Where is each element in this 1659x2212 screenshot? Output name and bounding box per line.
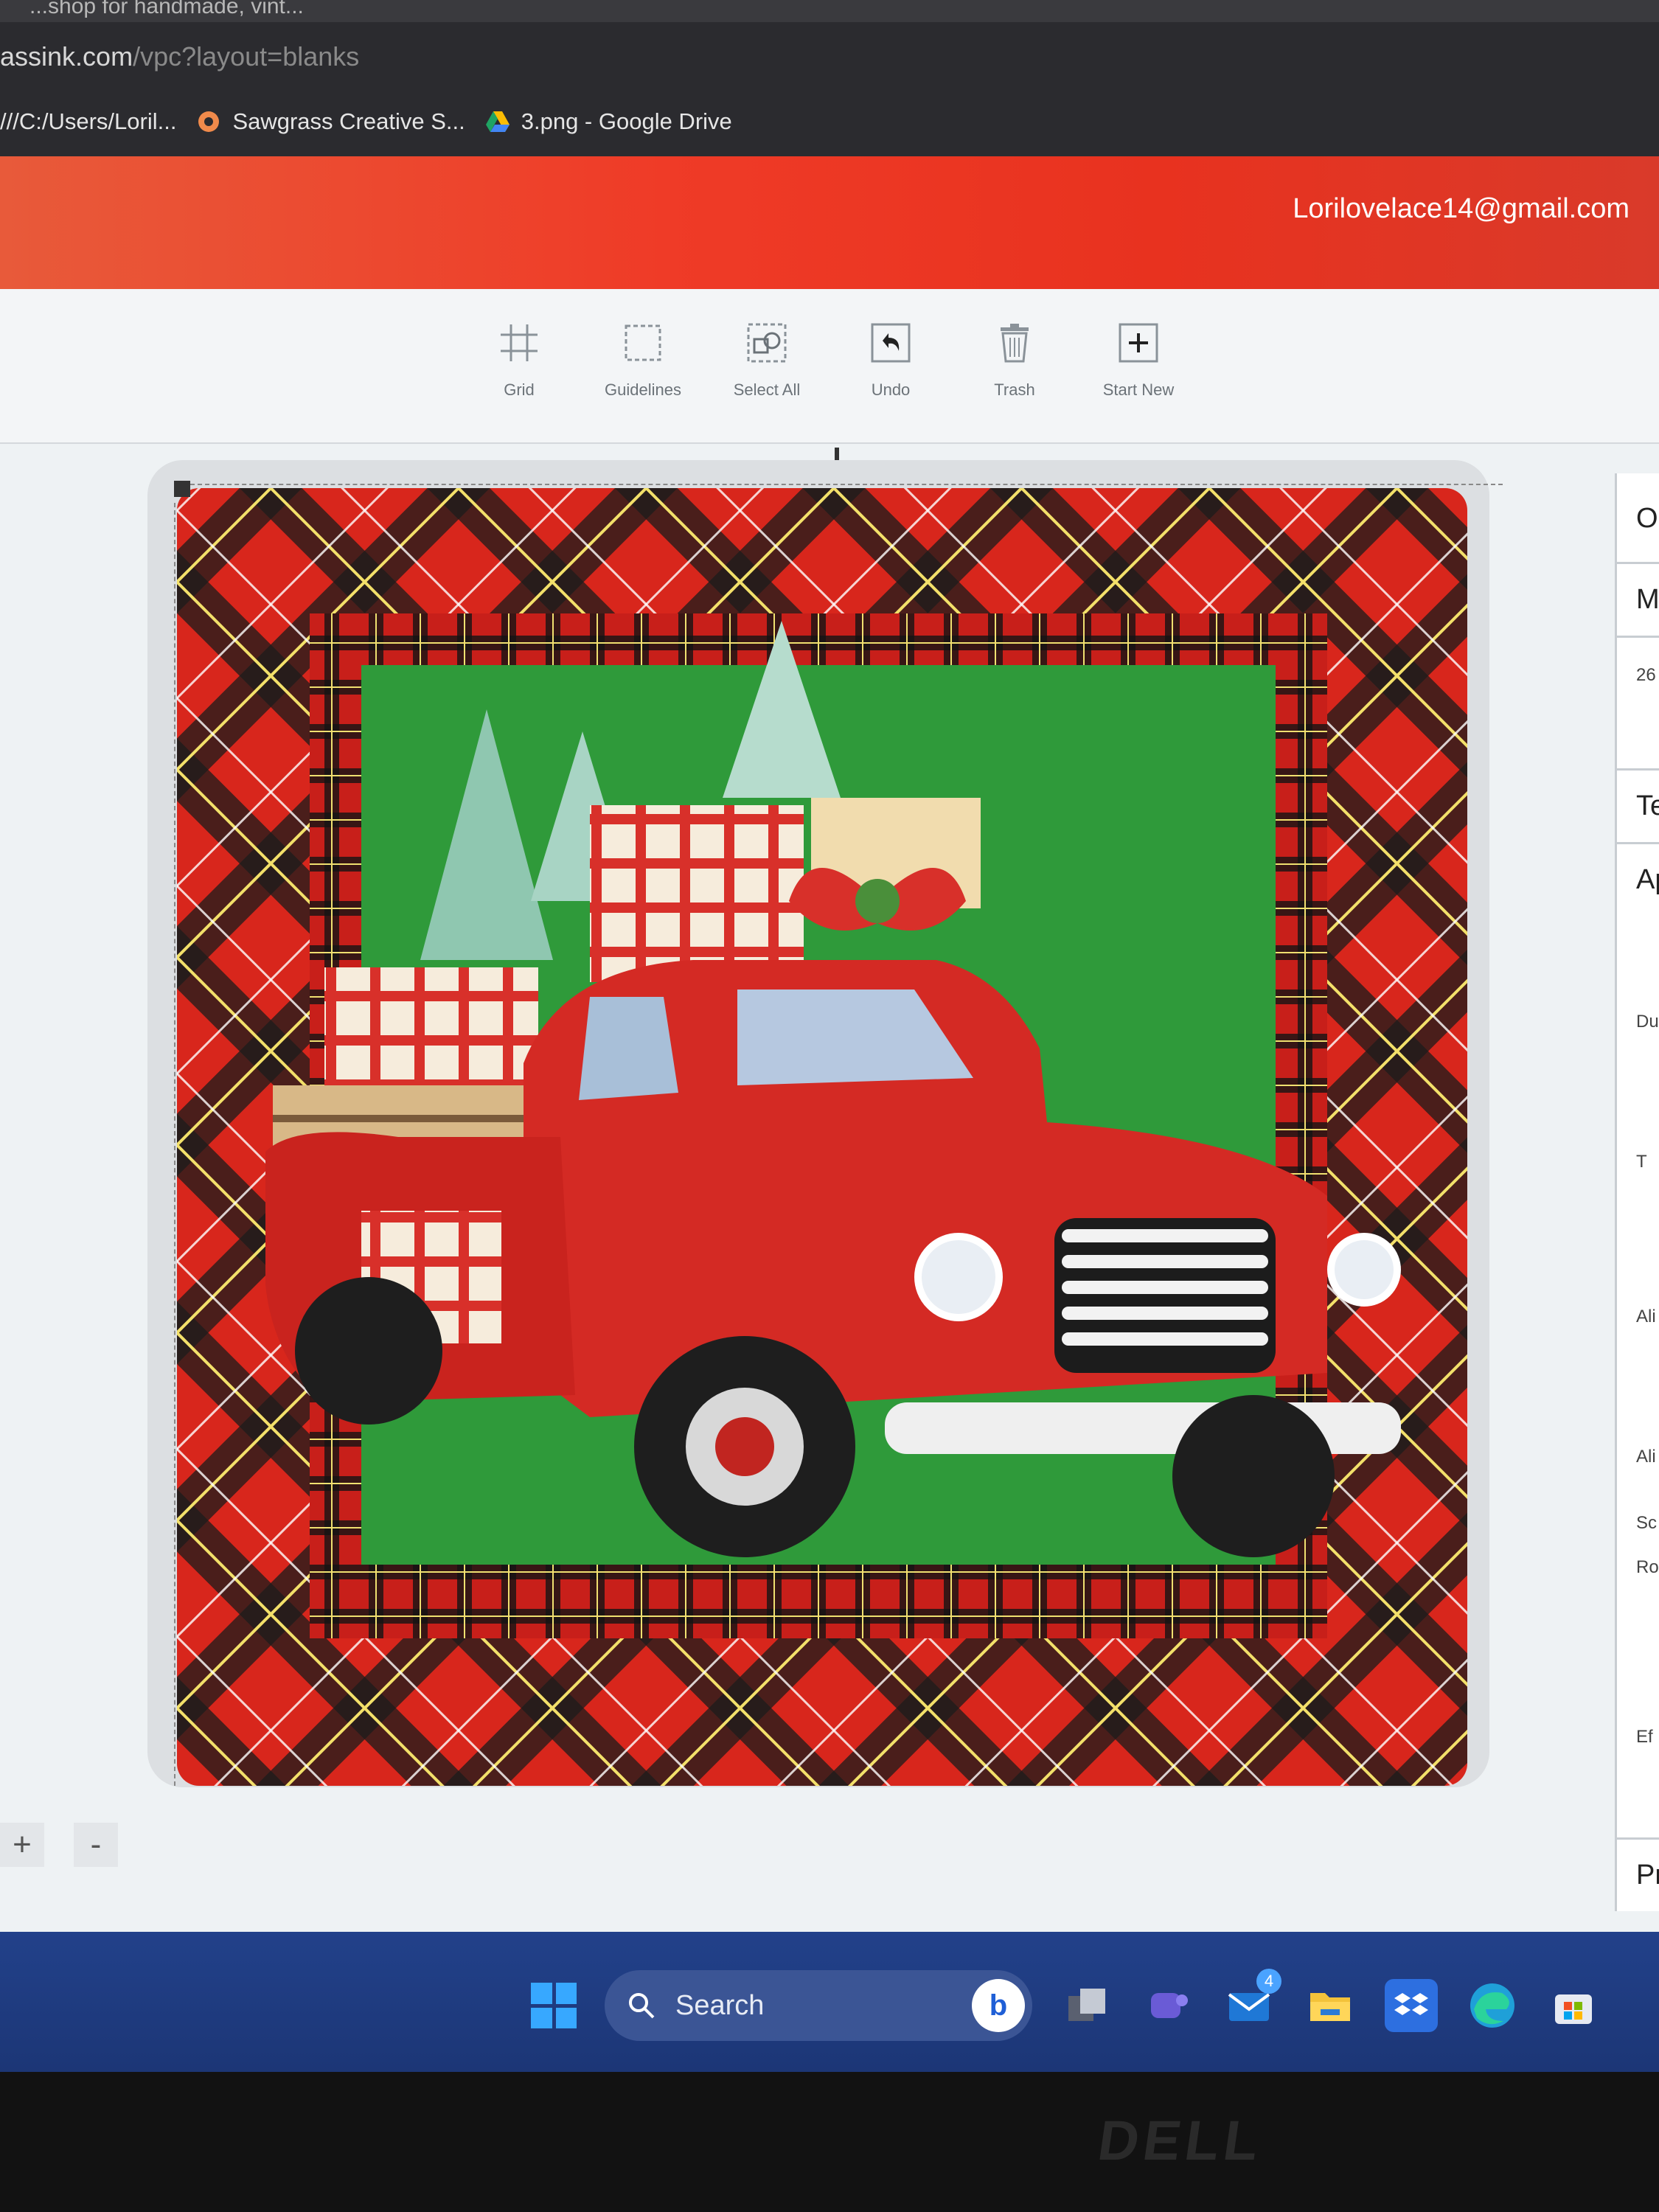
zoom-in-button[interactable]: + bbox=[0, 1823, 44, 1867]
bookmark-local-file[interactable]: ///C:/Users/Loril... bbox=[0, 108, 176, 135]
taskbar-search[interactable]: Search b bbox=[605, 1970, 1032, 2041]
plus-square-icon bbox=[1119, 323, 1158, 363]
properties-panel: O M 26 Te Ap Du T Ali Ali Sc Ro Ef Pr bbox=[1615, 473, 1659, 1911]
search-label: Search bbox=[675, 1989, 765, 2021]
panel-item[interactable]: Te bbox=[1636, 790, 1659, 822]
bookmark-label: 3.png - Google Drive bbox=[521, 108, 732, 134]
panel-item[interactable]: Pr bbox=[1636, 1860, 1659, 1891]
trash-button[interactable]: Trash bbox=[967, 319, 1062, 400]
browser-tab[interactable]: ...shop for handmade, vint... bbox=[29, 0, 304, 19]
monitor-brand-logo: DELL bbox=[1094, 2110, 1267, 2172]
toolbar-band: Grid Guidelines Select All Undo Trash St… bbox=[0, 289, 1659, 444]
panel-item[interactable]: Ap bbox=[1636, 864, 1659, 896]
trash-label: Trash bbox=[994, 380, 1035, 399]
panel-item: Ef bbox=[1636, 1727, 1653, 1747]
guidelines-icon bbox=[625, 324, 661, 361]
panel-item[interactable]: M bbox=[1636, 584, 1659, 616]
grid-icon bbox=[501, 324, 538, 361]
app-header: Lorilovelace14@gmail.com bbox=[0, 156, 1659, 289]
bookmark-label: ///C:/Users/Loril... bbox=[0, 108, 177, 134]
panel-item[interactable]: O bbox=[1636, 503, 1658, 535]
search-icon bbox=[629, 1993, 655, 2019]
address-bar[interactable]: assink.com/vpc?layout=blanks bbox=[0, 41, 359, 72]
mail-icon[interactable]: 4 bbox=[1222, 1969, 1281, 2032]
selection-border-top bbox=[190, 484, 1503, 485]
browser-chrome: ...shop for handmade, vint... assink.com… bbox=[0, 0, 1659, 156]
bookmarks-bar: ///C:/Users/Loril... Sawgrass Creative S… bbox=[0, 103, 732, 140]
panel-item[interactable]: Du bbox=[1636, 1012, 1659, 1032]
address-path: /vpc?layout=blanks bbox=[133, 41, 360, 72]
panel-item: Sc bbox=[1636, 1513, 1658, 1533]
user-email[interactable]: Lorilovelace14@gmail.com bbox=[1293, 193, 1630, 225]
zoom-out-button[interactable]: - bbox=[74, 1823, 118, 1867]
panel-item[interactable]: T bbox=[1636, 1152, 1647, 1172]
edge-icon[interactable] bbox=[1466, 1979, 1519, 2032]
select-all-button[interactable]: Select All bbox=[720, 319, 814, 400]
start-new-label: Start New bbox=[1102, 380, 1175, 399]
panel-item: Ro bbox=[1636, 1557, 1659, 1577]
zoom-controls: + - bbox=[0, 1823, 118, 1867]
selection-border-left bbox=[174, 503, 175, 1786]
panel-item[interactable]: Ali bbox=[1636, 1307, 1656, 1327]
select-all-icon bbox=[747, 323, 787, 363]
trash-icon bbox=[1001, 324, 1029, 363]
selection-handle[interactable] bbox=[174, 481, 190, 497]
undo-label: Undo bbox=[871, 380, 911, 399]
panel-item: 26 bbox=[1636, 665, 1656, 685]
design-image[interactable] bbox=[177, 488, 1467, 1786]
taskbar: Search b 4 bbox=[0, 1932, 1659, 2072]
guidelines-label: Guidelines bbox=[605, 380, 681, 399]
bing-icon[interactable]: b bbox=[972, 1979, 1025, 2032]
toolbar: Grid Guidelines Select All Undo Trash St… bbox=[472, 319, 1186, 400]
select-all-label: Select All bbox=[733, 380, 801, 399]
start-new-button[interactable]: Start New bbox=[1091, 319, 1186, 400]
taskbar-items: Search b 4 bbox=[531, 1969, 1600, 2041]
undo-button[interactable]: Undo bbox=[844, 319, 938, 400]
mail-count-badge: 4 bbox=[1256, 1969, 1281, 1994]
bookmark-label: Sawgrass Creative S... bbox=[232, 108, 465, 134]
tab-strip: ...shop for handmade, vint... bbox=[0, 0, 1659, 22]
file-explorer-icon[interactable] bbox=[1304, 1979, 1357, 2032]
monitor-bezel: DELL bbox=[0, 2072, 1659, 2212]
bookmark-sawgrass[interactable]: Sawgrass Creative S... bbox=[195, 108, 465, 135]
panel-item[interactable]: Ali bbox=[1636, 1447, 1656, 1467]
store-icon[interactable] bbox=[1547, 1979, 1600, 2032]
workspace: Grid Guidelines Select All Undo Trash St… bbox=[0, 289, 1659, 1933]
sawgrass-icon bbox=[198, 111, 220, 132]
teams-icon[interactable] bbox=[1141, 1979, 1194, 2032]
screen: ...shop for handmade, vint... assink.com… bbox=[0, 0, 1659, 2212]
task-view-icon[interactable] bbox=[1060, 1979, 1113, 2032]
dropbox-icon[interactable] bbox=[1385, 1979, 1438, 2032]
red-truck-christmas-plaid-design bbox=[177, 488, 1467, 1786]
address-host: assink.com bbox=[0, 41, 133, 72]
grid-label: Grid bbox=[504, 380, 535, 399]
google-drive-icon bbox=[485, 111, 509, 132]
bookmark-google-drive[interactable]: 3.png - Google Drive bbox=[484, 108, 732, 135]
grid-button[interactable]: Grid bbox=[472, 319, 566, 400]
undo-icon bbox=[871, 323, 911, 363]
windows-icon[interactable] bbox=[531, 1983, 577, 2028]
guidelines-button[interactable]: Guidelines bbox=[596, 319, 690, 400]
